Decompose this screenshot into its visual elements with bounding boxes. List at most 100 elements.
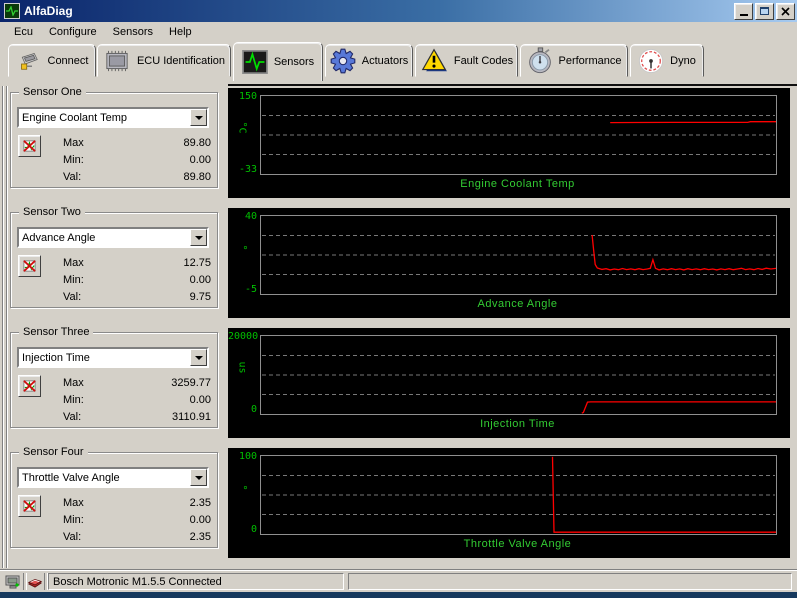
- min-label: Min:: [63, 154, 84, 166]
- close-icon: [781, 6, 790, 16]
- sensor-two-select[interactable]: Advance Angle: [17, 227, 209, 248]
- val-value: 2.35: [189, 531, 211, 543]
- sensor-two-group: Sensor Two Advance Angle Max 12.75 Min: 0.…: [10, 206, 218, 308]
- y-min-tick: -33: [238, 164, 257, 175]
- max-value: 12.75: [183, 257, 211, 269]
- y-axis-unit: °C: [236, 121, 248, 134]
- menu-configure[interactable]: Configure: [41, 24, 105, 40]
- val-value: 3110.91: [172, 411, 211, 423]
- hide-graph-button[interactable]: [18, 495, 41, 517]
- min-label: Min:: [63, 394, 84, 406]
- delete-graph-icon: [23, 500, 36, 512]
- tab-sensors[interactable]: Sensors: [233, 42, 323, 81]
- selected-sensor: Advance Angle: [22, 231, 96, 244]
- chevron-down-icon: [194, 355, 203, 360]
- app-window: AlfaDiag Ecu Configure Sensors Help Conn…: [0, 0, 797, 598]
- menu-bar: Ecu Configure Sensors Help: [0, 22, 797, 41]
- y-max-tick: 40: [244, 211, 257, 222]
- group-label: Sensor Three: [19, 326, 94, 338]
- y-axis-unit: °: [236, 244, 248, 251]
- min-value: 0.00: [189, 514, 211, 526]
- max-value: 3259.77: [171, 377, 211, 389]
- gear-icon: [330, 48, 356, 73]
- stopwatch-icon: [528, 47, 551, 74]
- chevron-down-icon: [194, 475, 203, 480]
- y-axis-unit: °: [236, 484, 248, 491]
- selected-sensor: Engine Coolant Temp: [22, 111, 127, 124]
- dropdown-button[interactable]: [190, 349, 207, 366]
- tab-label: ECU Identification: [136, 54, 226, 67]
- hide-graph-button[interactable]: [18, 375, 41, 397]
- oscilloscope-icon: [241, 50, 268, 74]
- close-button[interactable]: [776, 2, 795, 20]
- tab-label: Performance: [558, 54, 622, 67]
- tab-actuators[interactable]: Actuators: [325, 44, 413, 77]
- dropdown-button[interactable]: [190, 109, 207, 126]
- plot-area: [260, 455, 777, 535]
- group-label: Sensor Two: [19, 206, 85, 218]
- tab-fault-codes[interactable]: Fault Codes: [415, 44, 518, 77]
- chart-title: Advance Angle: [477, 298, 558, 310]
- max-label: Max: [63, 257, 84, 269]
- panel-groove-right: [6, 86, 8, 568]
- sensor-three-select[interactable]: Injection Time: [17, 347, 209, 368]
- tab-connect[interactable]: Connect: [8, 44, 96, 77]
- hide-graph-button[interactable]: [18, 255, 41, 277]
- desktop-edge-strip: [0, 592, 797, 598]
- tab-label: Dyno: [670, 54, 696, 67]
- selected-sensor: Throttle Valve Angle: [22, 471, 120, 484]
- min-value: 0.00: [189, 274, 211, 286]
- statusbar-spare-panel: [348, 573, 792, 590]
- hide-graph-button[interactable]: [18, 135, 41, 157]
- y-max-tick: 100: [238, 451, 257, 462]
- tab-ecu-identification[interactable]: ECU Identification: [97, 44, 231, 77]
- selected-sensor: Injection Time: [22, 351, 90, 364]
- max-value: 2.35: [189, 497, 211, 509]
- status-bar: Bosch Motronic M1.5.5 Connected: [0, 571, 797, 592]
- min-label: Min:: [63, 514, 84, 526]
- sensor-four-group: Sensor Four Throttle Valve Angle Max 2.35…: [10, 446, 218, 548]
- val-value: 9.75: [189, 291, 211, 303]
- menu-help[interactable]: Help: [161, 24, 200, 40]
- chevron-down-icon: [194, 115, 203, 120]
- min-value: 0.00: [189, 394, 211, 406]
- menu-ecu[interactable]: Ecu: [6, 24, 41, 40]
- plot-area: [260, 215, 777, 295]
- maximize-button[interactable]: [755, 2, 774, 20]
- delete-graph-icon: [23, 140, 36, 152]
- coolant-temp-chart: 150 °C -33 Engine Coolant Temp: [228, 88, 790, 198]
- menu-sensors[interactable]: Sensors: [105, 24, 161, 40]
- dropdown-button[interactable]: [190, 469, 207, 486]
- tab-dyno[interactable]: Dyno: [630, 44, 704, 77]
- delete-graph-icon: [23, 260, 36, 272]
- connection-status-text: Bosch Motronic M1.5.5 Connected: [53, 575, 222, 588]
- group-label: Sensor One: [19, 86, 86, 98]
- computer-icon: [5, 575, 20, 589]
- val-label: Val:: [63, 291, 82, 303]
- window-title: AlfaDiag: [24, 4, 73, 18]
- sensor-three-group: Sensor Three Injection Time Max 3259.77 M…: [10, 326, 218, 428]
- min-label: Min:: [63, 274, 84, 286]
- title-bar: AlfaDiag: [0, 0, 797, 22]
- sensor-one-select[interactable]: Engine Coolant Temp: [17, 107, 209, 128]
- dropdown-button[interactable]: [190, 229, 207, 246]
- tab-label: Connect: [47, 54, 89, 67]
- y-min-tick: 0: [250, 524, 257, 535]
- y-max-tick: 150: [238, 91, 257, 102]
- val-label: Val:: [63, 531, 82, 543]
- min-value: 0.00: [189, 154, 211, 166]
- chart-title: Throttle Valve Angle: [463, 538, 572, 550]
- chip-icon: [106, 50, 128, 71]
- tab-performance[interactable]: Performance: [520, 44, 628, 77]
- minimize-button[interactable]: [734, 2, 753, 20]
- sensor-four-select[interactable]: Throttle Valve Angle: [17, 467, 209, 488]
- advance-angle-chart: 40 ° -5 Advance Angle: [228, 208, 790, 318]
- ecu-book-icon: [27, 578, 43, 588]
- throttle-angle-chart: 100 ° 0 Throttle Valve Angle: [228, 448, 790, 558]
- injection-time-chart: 20000 us 0 Injection Time: [228, 328, 790, 438]
- warning-icon: [421, 48, 447, 72]
- val-label: Val:: [63, 171, 82, 183]
- max-label: Max: [63, 497, 84, 509]
- connection-status-panel: Bosch Motronic M1.5.5 Connected: [48, 573, 344, 590]
- plot-area: [260, 335, 777, 415]
